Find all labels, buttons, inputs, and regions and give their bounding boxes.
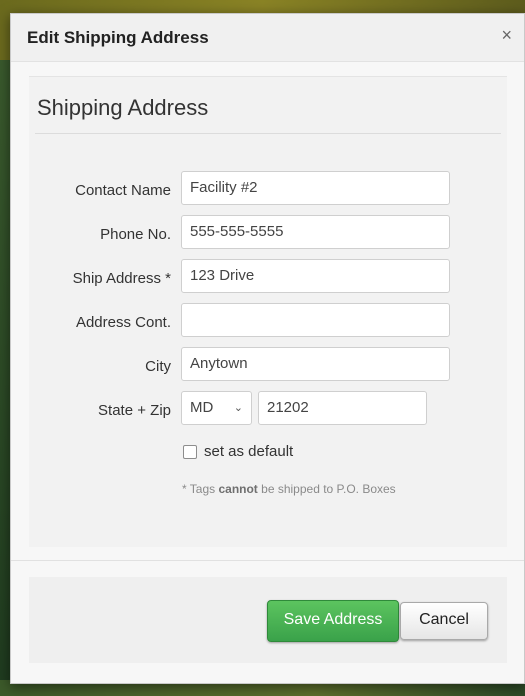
section-title: Shipping Address — [37, 95, 209, 120]
ship-address-label: Ship Address * — [72, 270, 171, 287]
chevron-down-icon: ⌄ — [233, 402, 243, 414]
address-cont-label: Address Cont. — [75, 314, 171, 331]
section-divider — [35, 133, 501, 134]
dialog-footer: Save Address Cancel — [29, 577, 507, 663]
city-input[interactable]: Anytown — [181, 347, 450, 381]
note-prefix: * Tags — [182, 482, 219, 496]
zip-input[interactable]: 21202 — [258, 391, 427, 425]
set-default-label: set as default — [204, 443, 294, 460]
dialog-title: Edit Shipping Address — [27, 28, 209, 47]
contact-name-input[interactable]: Facility #2 — [181, 171, 450, 205]
cancel-button[interactable]: Cancel — [400, 602, 488, 640]
save-address-button[interactable]: Save Address — [267, 600, 399, 642]
state-select[interactable]: MD ⌄ — [181, 391, 252, 425]
set-default-checkbox[interactable] — [183, 445, 197, 459]
close-icon[interactable]: × — [501, 26, 512, 44]
phone-input[interactable]: 555-555-5555 — [181, 215, 450, 249]
dialog-header: Edit Shipping Address × — [11, 14, 524, 62]
note-emphasis: cannot — [218, 482, 258, 496]
state-select-value: MD — [190, 399, 214, 416]
state-zip-label: State + Zip — [98, 402, 171, 419]
contact-name-label: Contact Name — [75, 182, 171, 199]
edit-shipping-address-dialog: Edit Shipping Address × Shipping Address… — [10, 13, 525, 684]
dialog-body: Shipping Address Contact Name Facility #… — [29, 76, 507, 547]
footer-divider — [11, 560, 524, 561]
note-suffix: be shipped to P.O. Boxes — [257, 482, 396, 496]
phone-label: Phone No. — [100, 226, 171, 243]
ship-address-input[interactable]: 123 Drive — [181, 259, 450, 293]
city-label: City — [145, 358, 171, 375]
po-box-note: * Tags cannot be shipped to P.O. Boxes — [182, 482, 396, 496]
address-cont-input[interactable] — [181, 303, 450, 337]
